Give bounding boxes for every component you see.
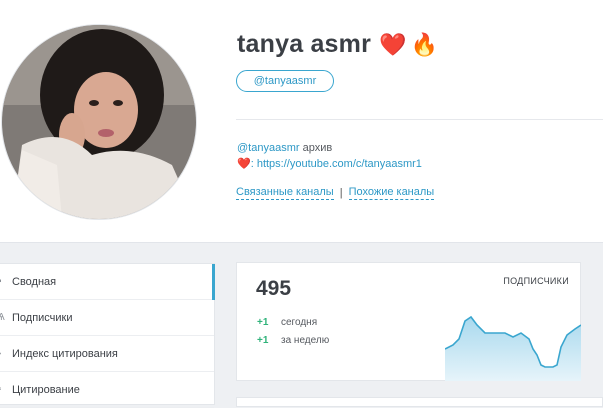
subscribers-icon: Ѧ bbox=[0, 312, 5, 323]
delta-today: +1 сегодня bbox=[257, 317, 317, 328]
description-handle-link[interactable]: @tanyaasmr bbox=[237, 142, 300, 154]
sidebar-item-citation-index[interactable]: › Индекс цитирования bbox=[0, 336, 214, 372]
delta-week-value: +1 bbox=[257, 335, 269, 346]
heart-emoji-icon: ❤️ bbox=[379, 31, 407, 57]
sidebar-item-citation[interactable]: ▫ Цитирование bbox=[0, 372, 214, 408]
sidebar-item-subscribers[interactable]: Ѧ Подписчики bbox=[0, 300, 214, 336]
heart-icon: ❤️ bbox=[237, 158, 251, 170]
delta-today-label: сегодня bbox=[281, 317, 318, 328]
delta-week-label: за неделю bbox=[281, 335, 330, 346]
similar-channels-link[interactable]: Похожие каналы bbox=[348, 186, 435, 200]
sidebar-item-label: Сводная bbox=[12, 275, 57, 288]
related-links: Связанные каналы | Похожие каналы bbox=[236, 186, 435, 200]
citation-index-icon: › bbox=[0, 348, 6, 359]
channel-header: tanya asmr ❤️ 🔥 @tanyaasmr @tanyaasmr ар… bbox=[0, 0, 603, 243]
sidebar-nav: ▪ Сводная Ѧ Подписчики › Индекс цитирова… bbox=[0, 263, 215, 408]
delta-today-value: +1 bbox=[257, 317, 269, 328]
description-suffix: архив bbox=[299, 142, 333, 154]
subscriber-count: 495 bbox=[256, 277, 292, 300]
citation-icon: ▫ bbox=[0, 384, 6, 395]
next-card bbox=[236, 397, 603, 407]
sidebar-item-label: Подписчики bbox=[12, 311, 73, 324]
summary-icon: ▪ bbox=[0, 276, 6, 287]
sidebar-item-label: Индекс цитирования bbox=[12, 347, 118, 360]
description-line-1: @tanyaasmr архив bbox=[237, 142, 332, 154]
delta-week: +1 за неделю bbox=[257, 335, 329, 346]
related-channels-link[interactable]: Связанные каналы bbox=[236, 186, 334, 200]
stat-label: ПОДПИСЧИКИ bbox=[503, 276, 569, 286]
sidebar-item-summary[interactable]: ▪ Сводная bbox=[0, 264, 215, 300]
channel-title-row: tanya asmr ❤️ 🔥 bbox=[237, 30, 438, 59]
subscribers-stat-card[interactable]: 495 ПОДПИСЧИКИ +1 сегодня +1 за неделю bbox=[236, 262, 581, 381]
subscribers-sparkline bbox=[445, 315, 581, 381]
channel-name: tanya asmr bbox=[237, 30, 372, 58]
divider bbox=[236, 119, 603, 120]
description-line-2: ❤️: https://youtube.com/c/tanyaasmr1 bbox=[237, 157, 422, 170]
fire-emoji-icon: 🔥 bbox=[410, 31, 438, 57]
youtube-url-link[interactable]: https://youtube.com/c/tanyaasmr1 bbox=[257, 158, 422, 170]
channel-handle-pill[interactable]: @tanyaasmr bbox=[236, 70, 334, 92]
sidebar-item-label: Цитирование bbox=[12, 383, 80, 396]
avatar bbox=[2, 25, 196, 219]
link-separator: | bbox=[339, 187, 343, 199]
